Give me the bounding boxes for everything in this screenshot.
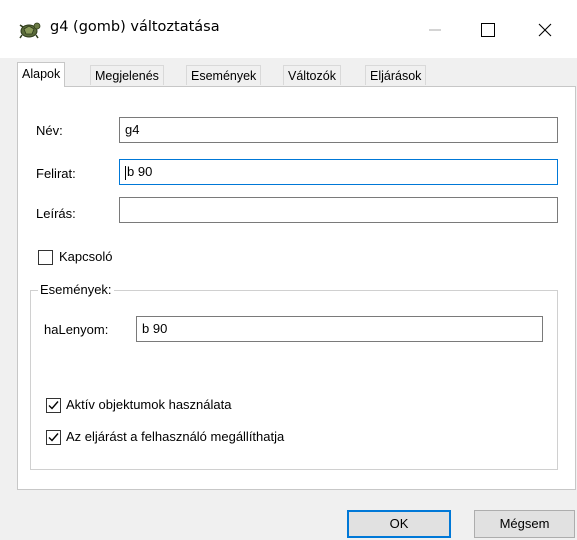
user-stop-label: Az eljárást a felhasználó megállíthatja	[66, 429, 285, 444]
close-icon	[538, 23, 552, 37]
caption-label: Felirat:	[36, 166, 76, 181]
caption-value: b 90	[127, 164, 153, 179]
tab-valtozok[interactable]: Változók	[283, 65, 341, 85]
checkmark-icon	[48, 433, 59, 442]
maximize-icon	[481, 23, 495, 37]
minimize-button[interactable]	[412, 10, 458, 50]
switch-label: Kapcsoló	[59, 249, 113, 264]
active-objects-checkbox[interactable]	[46, 398, 61, 413]
cancel-button[interactable]: Mégsem	[474, 510, 575, 538]
ok-button[interactable]: OK	[347, 510, 451, 538]
text-caret	[125, 165, 126, 180]
tab-esemenyek[interactable]: Események	[186, 65, 262, 85]
description-field[interactable]	[119, 197, 558, 223]
switch-checkbox[interactable]	[38, 250, 53, 265]
name-label: Név:	[36, 123, 63, 138]
app-turtle-icon	[18, 20, 42, 40]
checkmark-icon	[48, 401, 59, 410]
minimize-icon	[429, 29, 441, 31]
on-press-label: haLenyom:	[44, 322, 109, 337]
title-bar[interactable]: g4 (gomb) változtatása	[0, 0, 577, 58]
caption-field[interactable]: b 90	[119, 159, 558, 185]
tab-eljarasok[interactable]: Eljárások	[365, 65, 427, 85]
name-field[interactable]: g4	[119, 117, 558, 143]
events-group-title: Események:	[38, 282, 114, 297]
user-stop-checkbox[interactable]	[46, 430, 61, 445]
active-objects-label: Aktív objektumok használata	[66, 397, 232, 412]
description-label: Leírás:	[36, 206, 76, 221]
on-press-field[interactable]: b 90	[136, 316, 543, 342]
tab-alapok[interactable]: Alapok	[17, 62, 66, 87]
maximize-button[interactable]	[465, 10, 511, 50]
close-button[interactable]	[522, 10, 568, 50]
dialog-window: g4 (gomb) változtatása Alapok Megjelenés…	[0, 0, 577, 540]
window-title: g4 (gomb) változtatása	[50, 19, 220, 35]
tab-megjelenes[interactable]: Megjelenés	[90, 65, 164, 85]
